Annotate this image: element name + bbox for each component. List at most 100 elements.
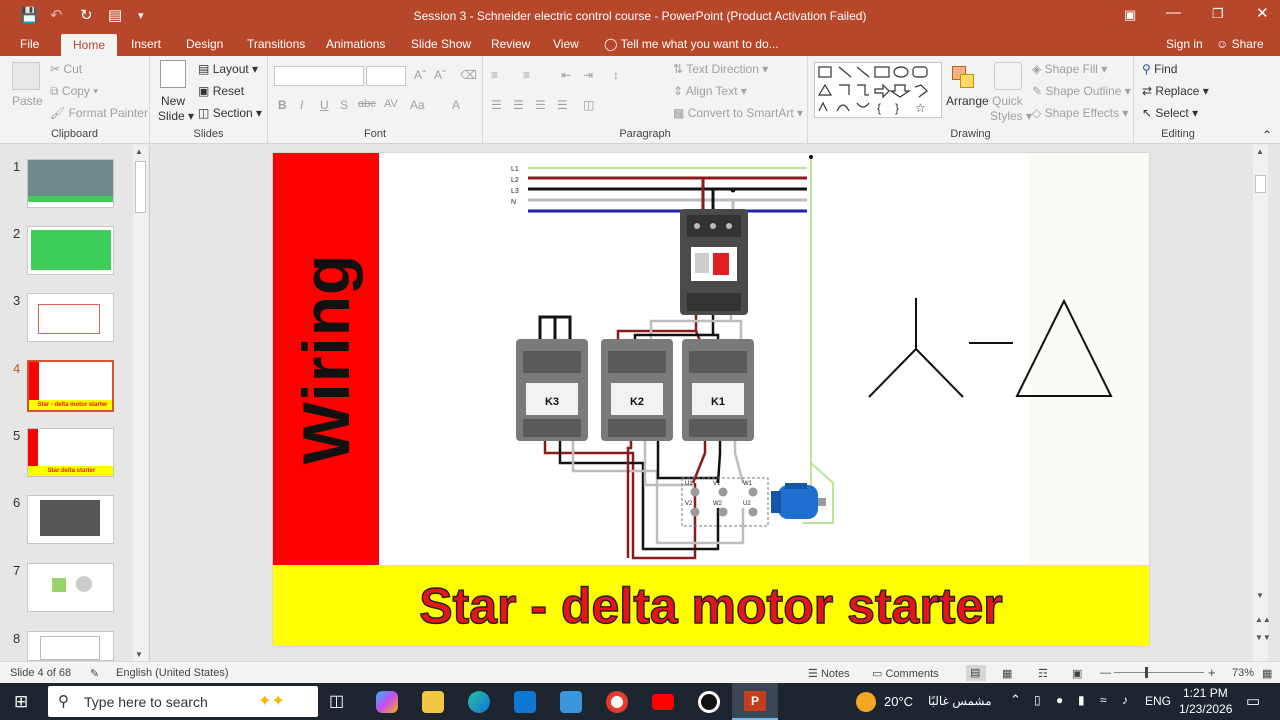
slide-thumbnail-4[interactable]: Star - delta motor starter — [27, 360, 114, 412]
shapes-gallery[interactable]: {} ☆ — [814, 62, 942, 118]
zoom-slider-thumb[interactable] — [1145, 667, 1148, 678]
weather-temp[interactable]: 20°C — [884, 694, 913, 709]
tab-review[interactable]: Review — [491, 37, 530, 51]
volume-icon[interactable]: ♪ — [1122, 693, 1128, 707]
shape-effects-button[interactable]: ◇ Shape Effects ▾ — [1032, 106, 1128, 120]
youtube-icon[interactable] — [652, 694, 674, 710]
zoom-in-icon[interactable]: + — [1208, 665, 1216, 680]
minimize-icon[interactable]: — — [1166, 4, 1181, 21]
tray-chevron-icon[interactable]: ⌃ — [1010, 692, 1021, 708]
align-right-icon[interactable]: ☰ — [535, 98, 546, 112]
input-language[interactable]: ENG — [1145, 694, 1171, 708]
find-button[interactable]: ⚲ Find — [1142, 62, 1177, 76]
char-spacing-button[interactable]: AV — [384, 98, 398, 110]
align-left-icon[interactable]: ☰ — [491, 98, 502, 112]
tab-view[interactable]: View — [553, 37, 579, 51]
tray-device-icon[interactable]: ▯ — [1034, 693, 1041, 707]
tab-transitions[interactable]: Transitions — [247, 37, 305, 51]
tab-home[interactable]: Home — [61, 34, 118, 56]
zoom-out-icon[interactable]: — — [1100, 667, 1111, 679]
new-slide-button-line2[interactable]: Slide ▾ — [158, 109, 194, 123]
arrange-button[interactable]: Arrange — [946, 94, 989, 108]
ribbon-display-icon[interactable]: ▣ — [1124, 7, 1136, 23]
strikethrough-button[interactable]: abc — [358, 98, 376, 110]
file-explorer-icon[interactable] — [422, 691, 444, 713]
slide-scrollbar[interactable]: ▲ ▼ ▲▲ ▼▼ — [1253, 145, 1271, 661]
tab-slide-show[interactable]: Slide Show — [411, 37, 471, 51]
powerpoint-taskbar-button[interactable]: P — [732, 683, 778, 720]
replace-button[interactable]: ⇄ Replace ▾ — [1142, 84, 1209, 98]
language-indicator[interactable]: English (United States) — [116, 667, 229, 679]
slide-thumbnail-6[interactable] — [27, 495, 114, 544]
underline-button[interactable]: U — [320, 98, 329, 112]
scroll-up-icon[interactable]: ▲ — [135, 147, 143, 156]
justify-icon[interactable]: ☰ — [557, 98, 568, 112]
share-button[interactable]: ☺ Share — [1216, 37, 1264, 51]
text-direction-button[interactable]: ⇅ Text Direction ▾ — [673, 62, 768, 76]
shape-outline-button[interactable]: ✎ Shape Outline ▾ — [1032, 84, 1131, 98]
taskbar-search[interactable]: ⚲ Type here to search ✦✦ — [48, 686, 318, 717]
scroll-thumb[interactable] — [1255, 175, 1266, 193]
clock-time[interactable]: 1:21 PM — [1183, 686, 1228, 700]
comments-button[interactable]: ▭ Comments — [872, 667, 939, 680]
shape-fill-button[interactable]: ◈ Shape Fill ▾ — [1032, 62, 1107, 76]
slide-thumbnail-5[interactable]: Star delta starter — [27, 428, 114, 477]
recorder-icon[interactable] — [698, 691, 720, 713]
shadow-button[interactable]: S — [340, 98, 348, 112]
windows-start-icon[interactable]: ⊞ — [14, 692, 28, 712]
weather-icon[interactable] — [856, 692, 876, 712]
slide-thumbnail-8[interactable] — [27, 631, 114, 661]
task-view-icon[interactable]: ◫ — [329, 691, 351, 713]
clear-format-icon[interactable]: ⌫ — [460, 68, 477, 82]
align-text-button[interactable]: ⇕ Align Text ▾ — [673, 84, 747, 98]
scroll-thumb[interactable] — [135, 161, 146, 213]
thumbnail-scrollbar[interactable]: ▲ ▼ — [133, 145, 148, 661]
font-name-input[interactable] — [274, 66, 364, 86]
font-color-button[interactable]: A — [452, 98, 460, 112]
tab-file[interactable]: File — [20, 37, 39, 51]
paste-button[interactable]: Paste — [12, 94, 43, 108]
format-painter-button[interactable]: 🖌 Format Painter — [50, 106, 148, 120]
grow-font-icon[interactable]: Aˆ — [414, 68, 426, 82]
line-spacing-icon[interactable]: ↕ — [613, 68, 619, 82]
new-slide-button[interactable]: New — [161, 94, 185, 108]
quick-styles-button[interactable]: Quick — [992, 94, 1023, 108]
tab-insert[interactable]: Insert — [131, 37, 161, 51]
reset-button[interactable]: ▣ Reset — [198, 84, 244, 98]
slide-sorter-icon[interactable]: ▦ — [1002, 667, 1012, 680]
bold-button[interactable]: B — [278, 98, 287, 112]
slide-thumbnail-1[interactable] — [27, 159, 114, 208]
bullets-icon[interactable]: ≡ — [491, 68, 498, 82]
change-case-button[interactable]: Aa — [410, 98, 425, 112]
scroll-up-icon[interactable]: ▲ — [1256, 147, 1264, 156]
slideshow-view-icon[interactable]: ▣ — [1072, 667, 1082, 680]
scroll-down-icon[interactable]: ▼ — [1256, 591, 1264, 600]
select-button[interactable]: ↖ Select ▾ — [1142, 106, 1198, 120]
outlook-icon[interactable] — [514, 691, 536, 713]
zoom-level[interactable]: 73% — [1232, 667, 1254, 679]
normal-view-button[interactable]: ▤ — [966, 665, 986, 681]
new-slide-icon[interactable] — [160, 60, 186, 88]
decrease-indent-icon[interactable]: ⇤ — [561, 68, 571, 82]
wifi-icon[interactable]: ≈ — [1100, 693, 1107, 707]
slide-thumbnail-3[interactable] — [27, 293, 114, 342]
store-icon[interactable] — [560, 691, 582, 713]
tab-design[interactable]: Design — [186, 37, 223, 51]
slide-thumbnail-2[interactable] — [27, 226, 114, 275]
arrange-icon[interactable] — [950, 64, 976, 90]
italic-button[interactable]: I — [300, 98, 303, 112]
cut-button[interactable]: ✂ Cut — [50, 62, 82, 76]
notes-button[interactable]: ☰ Notes — [808, 667, 850, 680]
quick-styles-button-line2[interactable]: Styles ▾ — [990, 109, 1032, 123]
edge-icon[interactable] — [468, 691, 490, 713]
scroll-down-icon[interactable]: ▼ — [135, 650, 143, 659]
collapse-ribbon-icon[interactable]: ⌃ — [1262, 128, 1272, 142]
clock-date[interactable]: 1/23/2026 — [1179, 702, 1232, 716]
tell-me-box[interactable]: ◯ Tell me what you want to do... — [604, 37, 779, 51]
zoom-slider[interactable] — [1114, 672, 1204, 673]
spelling-icon[interactable]: ✎ — [90, 667, 99, 680]
font-size-input[interactable] — [366, 66, 406, 86]
next-slide-icon[interactable]: ▼▼ — [1255, 633, 1271, 642]
paste-icon[interactable] — [12, 62, 40, 90]
slide[interactable]: Wiring Star - delta motor starter L1 L2 … — [273, 153, 1149, 646]
